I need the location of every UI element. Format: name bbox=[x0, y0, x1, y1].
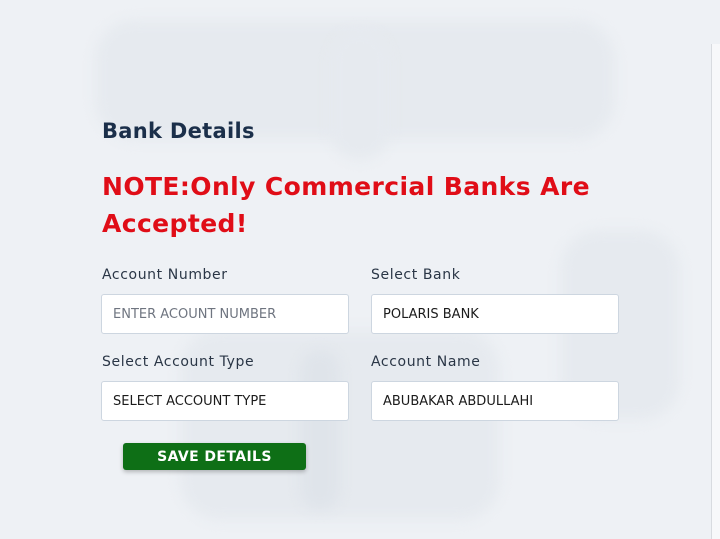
account-name-label: Account Name bbox=[371, 354, 481, 370]
account-number-label: Account Number bbox=[102, 267, 228, 283]
account-type-dropdown[interactable]: SELECT ACCOUNT TYPE bbox=[101, 381, 349, 421]
selected-account-type-value: SELECT ACCOUNT TYPE bbox=[113, 393, 267, 409]
save-details-button[interactable]: SAVE DETAILS bbox=[123, 443, 306, 470]
account-name-value: ABUBAKAR ABDULLAHI bbox=[383, 393, 534, 409]
selected-bank-value: POLARIS BANK bbox=[383, 306, 479, 322]
scrollbar[interactable] bbox=[711, 44, 720, 539]
bank-details-form: Bank Details NOTE:Only Commercial Banks … bbox=[0, 0, 712, 539]
account-type-label: Select Account Type bbox=[102, 354, 255, 370]
page-title: Bank Details bbox=[102, 119, 255, 143]
commercial-banks-note: NOTE:Only Commercial Banks Are Accepted! bbox=[102, 172, 590, 238]
account-number-input[interactable] bbox=[101, 294, 349, 334]
account-name-field[interactable]: ABUBAKAR ABDULLAHI bbox=[371, 381, 619, 421]
select-bank-dropdown[interactable]: POLARIS BANK bbox=[371, 294, 619, 334]
select-bank-label: Select Bank bbox=[371, 267, 461, 283]
